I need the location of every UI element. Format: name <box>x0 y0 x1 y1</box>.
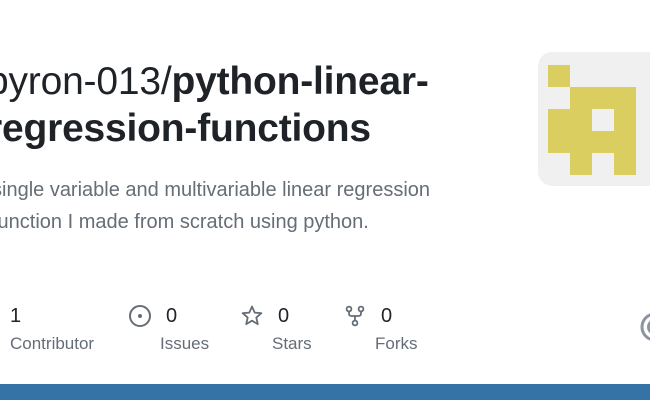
github-logo-icon <box>640 312 650 342</box>
stars-count-row: 0 <box>240 302 289 330</box>
stars-count: 0 <box>278 305 290 327</box>
repo-owner: byron-013/ <box>0 60 172 103</box>
repo-title-line-1: byron-013/python-linear- <box>0 58 507 105</box>
star-icon <box>240 304 264 328</box>
repo-name-part-2: regression-functions <box>0 107 371 150</box>
language-bar <box>0 384 650 400</box>
issue-opened-icon <box>128 304 152 328</box>
stars-label: Stars <box>272 334 312 353</box>
repo-title-line-2: regression-functions <box>0 105 507 152</box>
repo-social-card: byron-013/python-linear- regression-func… <box>0 0 650 400</box>
repo-description: single variable and multivariable linear… <box>0 174 492 238</box>
forks-count: 0 <box>381 305 393 327</box>
forks-count-row: 0 <box>343 302 392 330</box>
forks-label: Forks <box>375 334 418 353</box>
contributors-count-row: 1 <box>10 302 21 330</box>
issues-label: Issues <box>160 334 210 353</box>
issues-count-row: 0 <box>128 302 177 330</box>
repo-title[interactable]: byron-013/python-linear- regression-func… <box>0 58 507 152</box>
description-line-2: function I made from scratch using pytho… <box>0 211 369 233</box>
contributors-count: 1 <box>10 305 22 327</box>
contributors-label: Contributor <box>10 334 95 353</box>
issues-count: 0 <box>166 305 178 327</box>
identicon-icon <box>548 65 636 175</box>
repo-name-part-1: python-linear- <box>171 60 429 103</box>
owner-avatar[interactable] <box>538 52 650 186</box>
description-line-1: single variable and multivariable linear… <box>0 179 431 201</box>
repo-stats: 1 Contributor 0 Issues 0 Stars 0 Forks <box>0 302 650 362</box>
repo-forked-icon <box>343 304 367 328</box>
